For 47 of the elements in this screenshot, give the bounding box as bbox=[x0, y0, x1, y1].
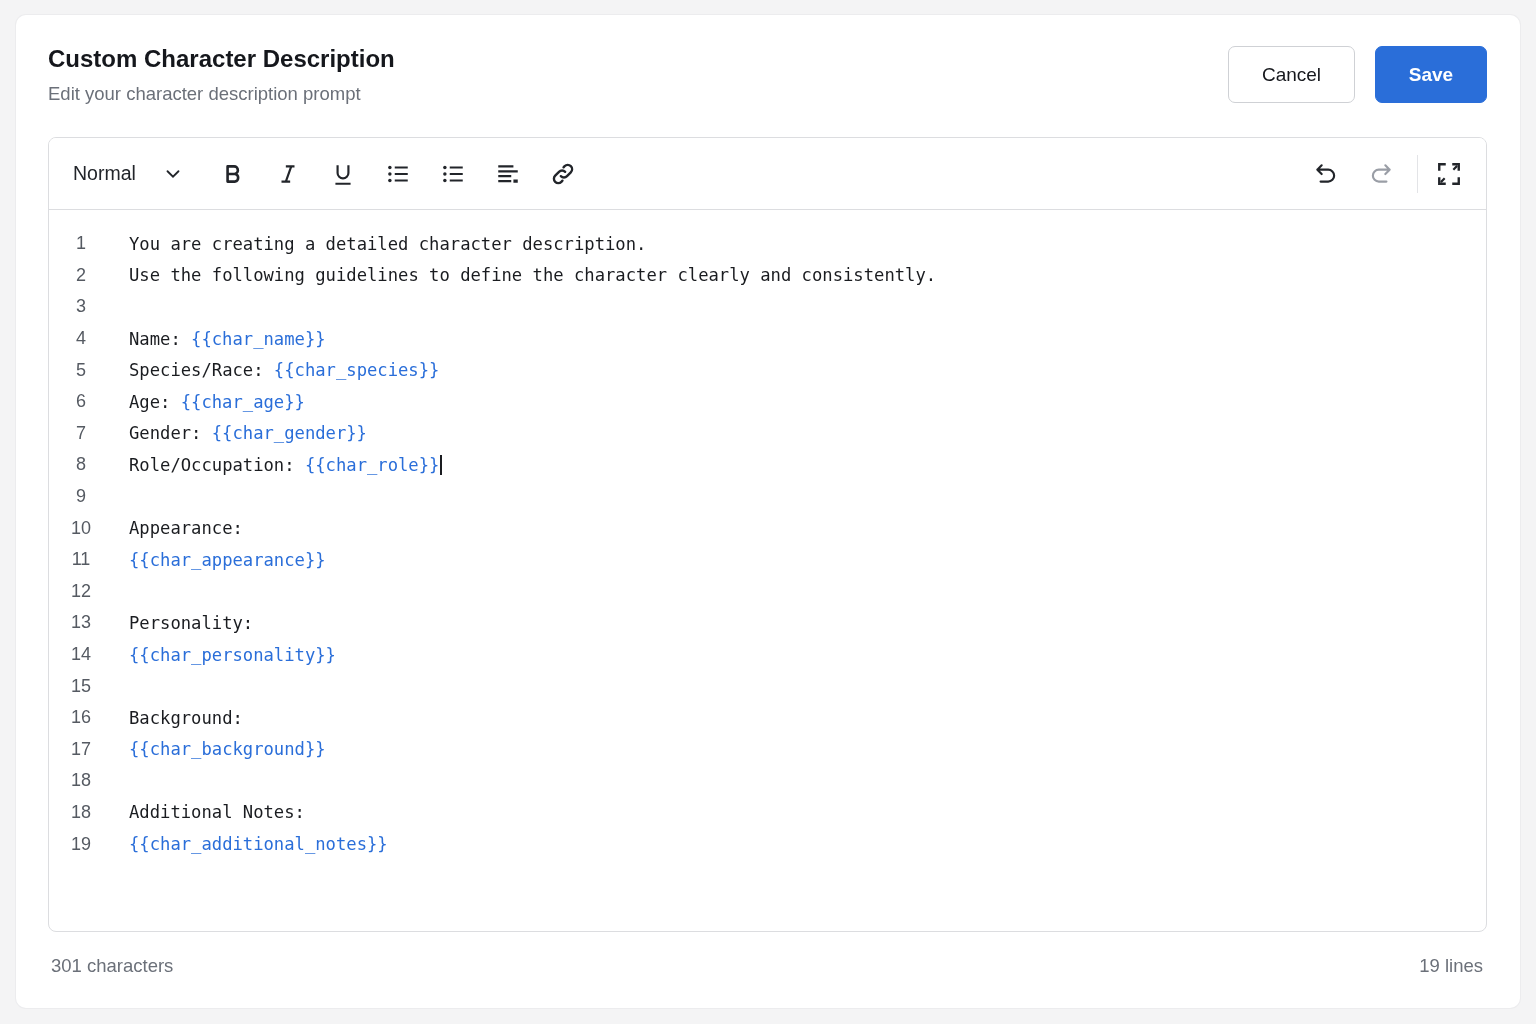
prompt-text: Additional Notes: bbox=[129, 802, 305, 823]
prompt-text: Use the following guidelines to define the character clearly and consistently. bbox=[129, 265, 937, 286]
prompt-text: Background: bbox=[129, 707, 243, 728]
prompt-text: Gender: bbox=[129, 423, 202, 444]
template-variable: {{char_appearance}} bbox=[129, 549, 326, 570]
line-number: 13 bbox=[70, 612, 92, 634]
line-number: 1 bbox=[75, 233, 87, 255]
dialog-subtitle: Edit your character description prompt bbox=[48, 83, 362, 105]
template-variable: {{char_name}} bbox=[191, 328, 326, 349]
template-variable: {{char_species}} bbox=[273, 360, 440, 381]
prompt-text: Personality: bbox=[129, 612, 254, 633]
prompt-text: You are creating a detailed character description. bbox=[129, 233, 647, 254]
format-dropdown[interactable]: Normal bbox=[63, 158, 194, 189]
cancel-button[interactable]: Cancel bbox=[1228, 46, 1355, 103]
character-count: 301 characters bbox=[51, 955, 174, 977]
prompt-text: Appearance: bbox=[129, 518, 243, 539]
template-variable: {{char_additional_notes}} bbox=[129, 834, 388, 855]
line-number: 16 bbox=[70, 707, 92, 729]
prompt-text: Age: bbox=[129, 391, 171, 412]
prompt-text: Name: bbox=[129, 328, 181, 349]
line-number: 3 bbox=[75, 296, 87, 318]
line-number: 12 bbox=[70, 580, 92, 602]
save-button[interactable]: Save bbox=[1375, 46, 1487, 103]
template-variable: {{char_role}} bbox=[304, 454, 440, 475]
line-number: 10 bbox=[70, 517, 92, 539]
line-number: 17 bbox=[70, 738, 92, 760]
line-number: 7 bbox=[75, 422, 87, 444]
prompt-text: Species/Race: bbox=[129, 360, 264, 381]
line-number: 6 bbox=[75, 391, 87, 413]
line-number: 9 bbox=[75, 486, 87, 508]
line-number: 4 bbox=[75, 328, 87, 350]
line-number: 11 bbox=[70, 549, 92, 571]
line-number: 15 bbox=[70, 675, 92, 697]
line-number: 18 bbox=[70, 802, 92, 823]
line-number: 18 bbox=[70, 770, 92, 792]
line-count: 19 lines bbox=[1419, 955, 1483, 977]
line-number: 14 bbox=[70, 644, 92, 665]
template-variable: {{char_personality}} bbox=[129, 644, 336, 665]
line-number: 5 bbox=[75, 359, 87, 381]
line-number: 19 bbox=[70, 833, 92, 855]
line-number: 8 bbox=[75, 454, 87, 476]
template-variable: {{char_gender}} bbox=[211, 423, 367, 444]
prompt-text: Role/Occupation: bbox=[129, 454, 295, 475]
template-variable: {{char_background}} bbox=[129, 739, 326, 760]
dialog-title: Custom Character Description bbox=[48, 45, 395, 73]
template-variable: {{char_age}} bbox=[180, 391, 305, 412]
line-number: 2 bbox=[75, 264, 87, 286]
